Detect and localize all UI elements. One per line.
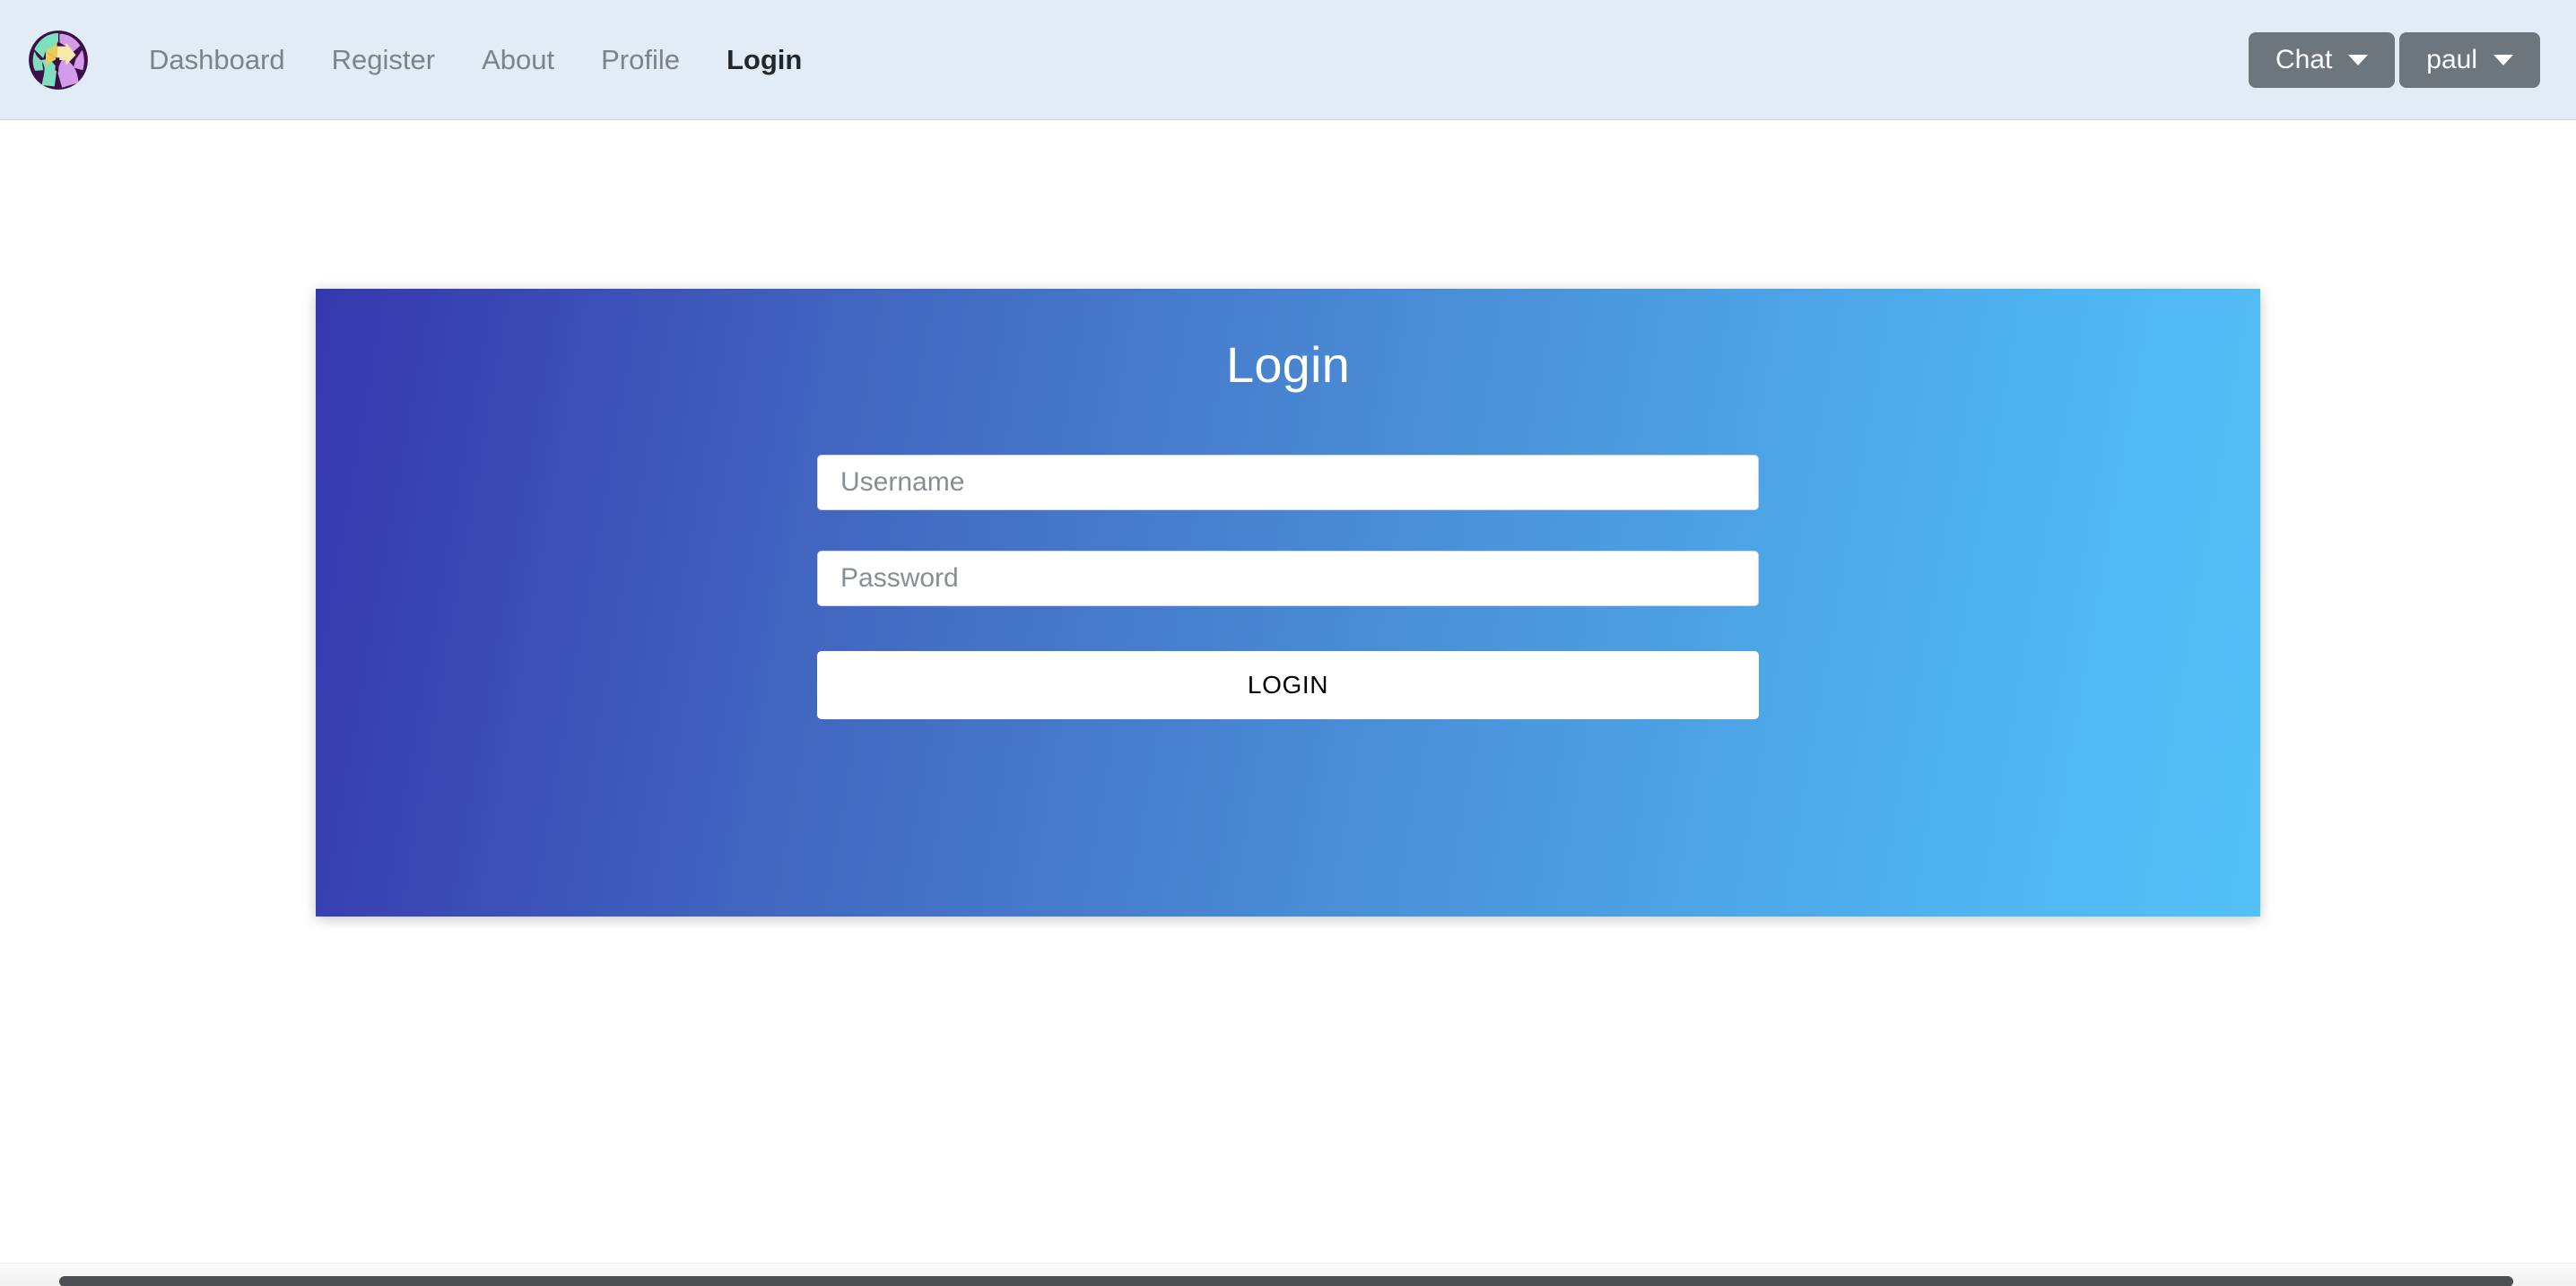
password-input[interactable] — [817, 551, 1759, 606]
nav-item-about[interactable]: About — [458, 46, 578, 74]
nav-item-profile[interactable]: Profile — [578, 46, 703, 74]
username-input[interactable] — [817, 455, 1759, 510]
nav-item-register[interactable]: Register — [309, 46, 458, 74]
chevron-down-icon — [2493, 54, 2513, 65]
page-title: Login — [1225, 336, 1351, 393]
navbar-right-group: Chat paul — [2248, 31, 2540, 88]
user-dropdown-button[interactable]: paul — [2399, 31, 2540, 88]
nav-item-login[interactable]: Login — [703, 46, 825, 74]
nav-item-dashboard[interactable]: Dashboard — [118, 46, 309, 74]
horizontal-scrollbar-thumb[interactable] — [59, 1276, 2513, 1286]
navbar-links: Dashboard Register About Profile Login — [118, 46, 825, 74]
chat-dropdown-label: Chat — [2275, 44, 2333, 74]
login-card: Login LOGIN — [316, 289, 2260, 917]
user-dropdown-label: paul — [2426, 44, 2477, 74]
browser-viewport: Dashboard Register About Profile Login C… — [0, 0, 2576, 1286]
chat-dropdown-button[interactable]: Chat — [2248, 31, 2396, 88]
login-form: LOGIN — [817, 455, 1759, 719]
top-navbar: Dashboard Register About Profile Login C… — [0, 0, 2576, 120]
chevron-down-icon — [2348, 54, 2369, 65]
login-submit-button[interactable]: LOGIN — [817, 651, 1759, 719]
horizontal-scrollbar-track[interactable] — [0, 1263, 2576, 1286]
globe-logo-icon[interactable] — [27, 29, 90, 91]
